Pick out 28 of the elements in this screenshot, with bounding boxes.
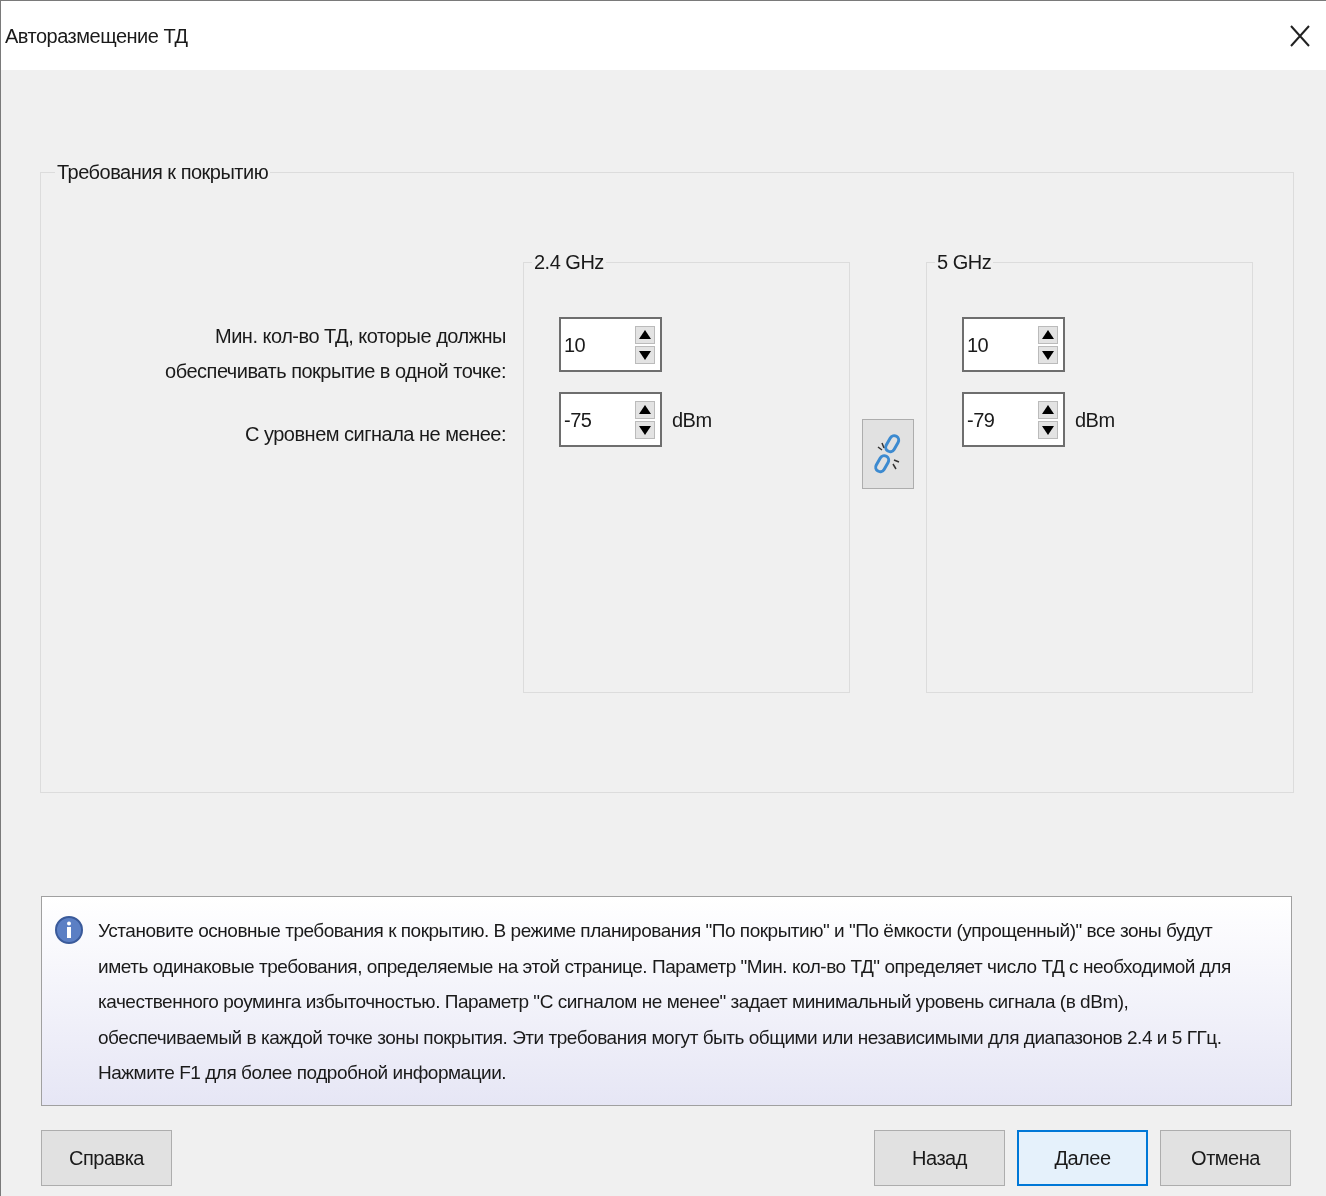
spin-field[interactable]: -79 [962,392,1065,447]
spin-down-icon[interactable] [1038,345,1058,364]
spin-field[interactable]: 10 [962,317,1065,372]
field-label: С уровнем сигнала не менее: [244,422,506,447]
unit-label: dBm [672,407,712,433]
spin-up-icon[interactable] [1038,400,1058,419]
close-icon[interactable] [1290,24,1310,47]
spin-up-icon[interactable] [635,400,655,419]
spin-up-icon[interactable] [635,325,655,344]
spin-up-icon[interactable] [1038,325,1058,344]
info-text: Установите основные требования к покрытию. В режиме планирования "По покрытию" и "По ёмкости (упрощенный)" все зоны будут иметь одинаковые требования, определяемые на этой странице. Параметр "Мин. кол-во ТД" определяет число ТД с необходимой для качественного роуминга избыточностью. Параметр "С сигналом не менее" задает минимальный уровень сигнала (в dBm), обеспечиваемый в каждой точке зоны покрытия. Эти требования могут быть общими или независимыми для диапазонов 2.4 и 5 ГГц. Нажмите F1 для более подробной информации. [98,919,1232,1085]
field-label: Мин. кол-во ТД, которые должны обеспечивать покрытие в одной точке: [165,324,506,384]
dialog-button[interactable]: Отмена [1160,1130,1291,1186]
unit-label: dBm [1075,407,1115,433]
dialog-button[interactable]: Далее [1017,1130,1148,1186]
spin-field[interactable]: 10 [559,317,662,372]
dialog-button[interactable]: Назад [874,1130,1005,1186]
spin-field[interactable]: -75 [559,392,662,447]
link-button[interactable] [862,419,914,489]
spin-down-icon[interactable] [1038,420,1058,439]
spin-down-icon[interactable] [635,420,655,439]
band-title: 2.4 GHz [533,250,605,275]
dialog-button[interactable]: Справка [41,1130,172,1186]
spin-down-icon[interactable] [635,345,655,364]
window-title: Авторазмещение ТД [5,23,188,49]
band-title: 5 GHz [936,250,993,275]
group-title: Требования к покрытию [56,160,270,185]
info-icon [54,915,84,945]
